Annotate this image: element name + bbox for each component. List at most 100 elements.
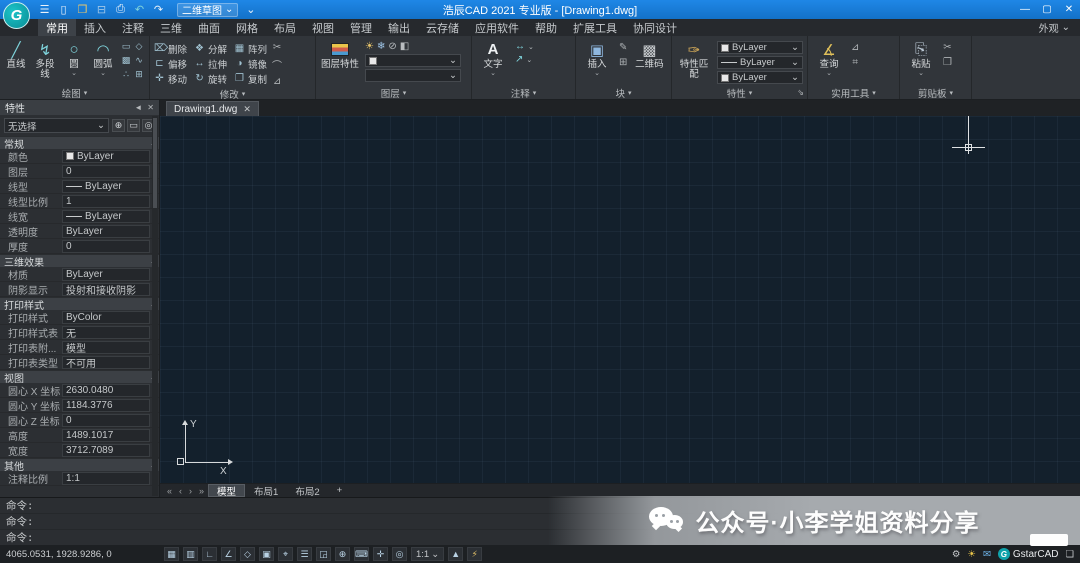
document-tab[interactable]: Drawing1.dwg ✕: [166, 101, 259, 116]
tab-express[interactable]: 扩展工具: [565, 19, 625, 36]
paste-button[interactable]: ⎘ 粘贴 ⌄: [904, 39, 938, 77]
save-icon[interactable]: ⊟: [95, 3, 108, 16]
last-tab-icon[interactable]: »: [196, 486, 207, 496]
property-value[interactable]: ByLayer: [62, 149, 150, 163]
spline-icon[interactable]: ∿: [133, 55, 145, 68]
close-button[interactable]: ✕: [1058, 4, 1080, 15]
polar-toggle-icon[interactable]: ∠: [221, 547, 236, 561]
layer-state-dropdown[interactable]: ⌄: [365, 69, 461, 82]
tab-annotate[interactable]: 注释: [114, 19, 152, 36]
property-value[interactable]: 1489.1017: [62, 428, 150, 442]
polygon-icon[interactable]: ◇: [133, 41, 145, 54]
annotation-scale-selector[interactable]: 1:1 ⌄: [411, 547, 445, 561]
first-tab-icon[interactable]: «: [164, 486, 175, 496]
gear-icon[interactable]: ⚙: [952, 549, 961, 560]
region-icon[interactable]: ⊞: [133, 69, 145, 82]
section-plot-style[interactable]: 打印样式 ▴: [0, 297, 159, 312]
tab-mesh[interactable]: 网格: [228, 19, 266, 36]
fullscreen-icon[interactable]: ❏: [1065, 549, 1074, 560]
open-file-icon[interactable]: ❒: [76, 3, 89, 16]
transparency-toggle-icon[interactable]: ◲: [316, 547, 331, 561]
section-3d-effects[interactable]: 三维效果 ▴: [0, 254, 159, 269]
property-value[interactable]: 1: [62, 194, 150, 208]
panel-clipboard-label[interactable]: 剪贴板 ▾: [900, 86, 971, 100]
layer-dropdown[interactable]: ⌄: [365, 54, 461, 67]
prev-tab-icon[interactable]: ‹: [176, 486, 185, 496]
next-tab-icon[interactable]: ›: [186, 486, 195, 496]
query-button[interactable]: ∡ 查询 ⌄: [812, 39, 846, 78]
autohide-icon[interactable]: ◄: [134, 103, 142, 112]
insert-block-button[interactable]: ▣ 插入 ⌄: [580, 39, 614, 78]
layer-color-icon[interactable]: ◧: [400, 41, 409, 52]
point-icon[interactable]: ∴: [120, 69, 132, 82]
arc-button[interactable]: ◠ 圆弧 ⌄: [91, 39, 115, 78]
app-logo[interactable]: G: [3, 2, 30, 29]
section-view[interactable]: 视图 ▴: [0, 370, 159, 385]
tab-help[interactable]: 帮助: [527, 19, 565, 36]
property-value[interactable]: 模型: [62, 340, 150, 354]
otrack-toggle-icon[interactable]: ⌖: [278, 547, 293, 561]
selection-cycling-icon[interactable]: ⊕: [335, 547, 350, 561]
linetype-dropdown[interactable]: ByLayer ⌄: [717, 56, 803, 69]
panel-layer-label[interactable]: 图层 ▾: [316, 86, 471, 100]
panel-block-label[interactable]: 块 ▾: [576, 86, 671, 100]
plot-icon[interactable]: ⎙: [114, 3, 127, 16]
panel-utilities-label[interactable]: 实用工具 ▾: [808, 86, 899, 100]
layer-on-icon[interactable]: ☀: [365, 41, 374, 52]
select-objects-icon[interactable]: ▭: [127, 119, 140, 132]
tab-cloud[interactable]: 云存储: [418, 19, 467, 36]
property-value[interactable]: 0: [62, 239, 150, 253]
qrcode-button[interactable]: ▩ 二维码: [632, 39, 666, 70]
block-edit-icon[interactable]: ✎: [619, 42, 627, 53]
property-value[interactable]: ByColor: [62, 310, 150, 324]
property-value[interactable]: ByLayer: [62, 267, 150, 281]
workspace-selector[interactable]: 二维草图 ⌄: [177, 2, 239, 17]
section-general[interactable]: 常规 ▴: [0, 136, 159, 151]
tab-model[interactable]: 模型: [208, 484, 246, 498]
calculator-icon[interactable]: ⌗: [851, 57, 859, 68]
move-button[interactable]: ✛ 移动: [154, 72, 187, 86]
tab-manage[interactable]: 管理: [342, 19, 380, 36]
panel-annotate-label[interactable]: 注释 ▾: [472, 86, 575, 100]
hatch-icon[interactable]: ▩: [120, 55, 132, 68]
block-create-icon[interactable]: ⊞: [619, 57, 627, 68]
drawing-canvas[interactable]: Y X: [160, 116, 1080, 483]
tab-layout1[interactable]: 布局1: [246, 484, 286, 498]
bulb-icon[interactable]: ☀: [967, 549, 976, 560]
zoom-icon[interactable]: ◎: [392, 547, 407, 561]
message-icon[interactable]: ✉: [983, 549, 991, 560]
property-value[interactable]: 3712.7089: [62, 443, 150, 457]
property-value[interactable]: 0: [62, 413, 150, 427]
property-value[interactable]: 2630.0480: [62, 383, 150, 397]
copy-clip-icon[interactable]: ❐: [943, 57, 952, 68]
tab-home[interactable]: 常用: [38, 19, 76, 36]
property-value[interactable]: ByLayer: [62, 209, 150, 223]
tab-collaboration[interactable]: 协同设计: [625, 19, 685, 36]
annotation-visibility-icon[interactable]: ▲: [448, 547, 464, 561]
maximize-button[interactable]: ▢: [1036, 4, 1058, 15]
tab-layout[interactable]: 布局: [266, 19, 304, 36]
property-value[interactable]: 1184.3776: [62, 398, 150, 412]
explode-button[interactable]: ❖ 分解: [194, 42, 227, 56]
isodraft-toggle-icon[interactable]: ◇: [240, 547, 255, 561]
rotate-button[interactable]: ↻ 旋转: [194, 72, 227, 86]
layer-freeze-icon[interactable]: ❄: [377, 41, 385, 52]
panel-properties-label[interactable]: 特性 ▾ ⇘: [672, 86, 807, 100]
osnap-toggle-icon[interactable]: ▣: [259, 547, 274, 561]
color-dropdown[interactable]: ByLayer ⌄: [717, 41, 803, 54]
lineweight-dropdown[interactable]: ByLayer ⌄: [717, 71, 803, 84]
undo-icon[interactable]: ↶: [133, 3, 146, 16]
tab-output[interactable]: 输出: [380, 19, 418, 36]
erase-button[interactable]: ⌦ 删除: [154, 42, 187, 56]
new-file-icon[interactable]: ▯: [57, 3, 70, 16]
minimize-button[interactable]: —: [1014, 4, 1036, 15]
fillet-icon[interactable]: ⌒: [272, 57, 282, 72]
property-value[interactable]: ByLayer: [62, 224, 150, 238]
tab-layout2[interactable]: 布局2: [287, 484, 327, 498]
dynamic-input-icon[interactable]: ⌨: [354, 547, 369, 561]
stretch-button[interactable]: ↔ 拉伸: [194, 57, 228, 71]
tab-view[interactable]: 视图: [304, 19, 342, 36]
dialog-launcher-icon[interactable]: ⇘: [797, 88, 804, 97]
app-menu-icon[interactable]: ☰: [38, 3, 51, 16]
tab-3d[interactable]: 三维: [152, 19, 190, 36]
